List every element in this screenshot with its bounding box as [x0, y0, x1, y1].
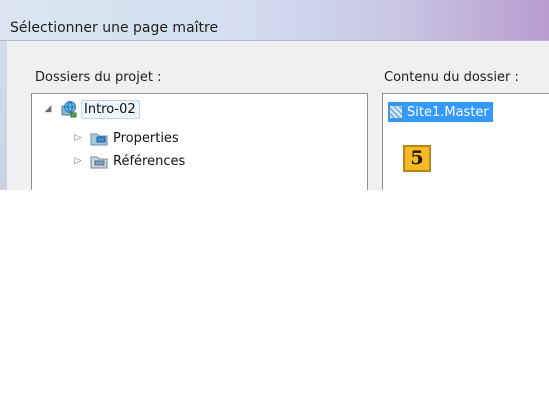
tree-item-label: Intro-02	[81, 99, 140, 119]
tree-item-label: Properties	[113, 130, 179, 146]
expanded-arrow-icon[interactable]: ◢	[43, 104, 53, 114]
blank-area	[0, 190, 549, 412]
dialog-title: Sélectionner une page maître	[10, 20, 219, 36]
tree-item-label: Références	[113, 153, 186, 169]
folder-contents-label: Contenu du dossier :	[384, 70, 519, 85]
collapsed-arrow-icon[interactable]: ▷	[73, 133, 83, 143]
project-folders-label: Dossiers du projet :	[35, 70, 162, 85]
file-item-label: Site1.Master	[407, 104, 489, 120]
project-globe-icon	[61, 101, 77, 118]
references-folder-icon	[90, 156, 108, 169]
properties-folder-icon	[90, 133, 108, 146]
dialog-titlebar[interactable]: Sélectionner une page maître	[0, 0, 549, 41]
project-folders-tree[interactable]: ◢ Intro-02 ▷ Properties ▷ Références	[31, 93, 368, 190]
tree-item-properties[interactable]: ▷ Properties	[73, 128, 179, 148]
select-master-page-dialog: Sélectionner une page maître Dossiers du…	[0, 0, 549, 190]
tree-item-intro-02[interactable]: ◢ Intro-02	[43, 99, 140, 119]
screenshot-canvas: Sélectionner une page maître Dossiers du…	[0, 0, 549, 412]
master-file-icon	[389, 105, 403, 119]
annotation-number-badge: 5	[403, 145, 431, 172]
dialog-left-edge	[0, 41, 7, 190]
file-item-site1-master[interactable]: Site1.Master	[388, 102, 493, 122]
collapsed-arrow-icon[interactable]: ▷	[73, 156, 83, 166]
folder-contents-list[interactable]: Site1.Master	[382, 93, 549, 190]
tree-item-references[interactable]: ▷ Références	[73, 151, 185, 171]
